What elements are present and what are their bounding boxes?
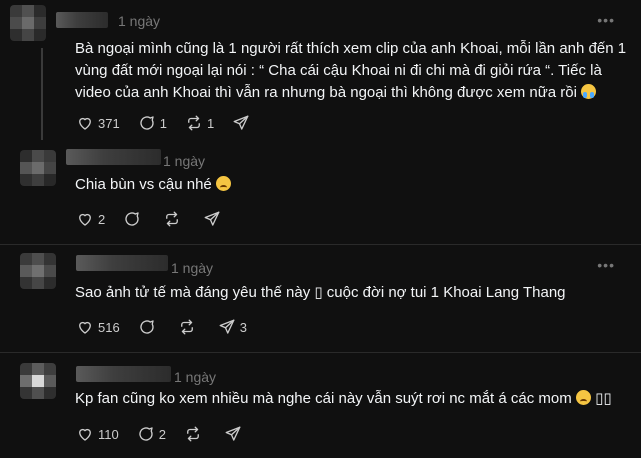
reply-button[interactable] — [138, 318, 160, 336]
repost-button[interactable] — [178, 318, 200, 336]
heart-icon — [79, 213, 91, 226]
post-text-content: Chia bùn vs cậu nhé — [75, 176, 212, 193]
post-time: 1 ngày — [163, 153, 206, 169]
like-count: 110 — [98, 426, 119, 442]
post-1: 1 ngày ••• Bà ngoại mình cũng là 1 người… — [0, 0, 641, 140]
post-time: 1 ngày — [174, 369, 217, 385]
comment-icon — [125, 212, 139, 226]
repost-icon — [187, 426, 199, 442]
heart-icon — [79, 321, 91, 334]
post-text: Sao ảnh tử tế mà đáng yêu thế này ▯ cuộc… — [75, 282, 635, 304]
repost-icon — [180, 319, 193, 335]
post-actions: 516 3 — [76, 316, 265, 338]
post-actions: 371 1 1 — [76, 112, 272, 134]
comment-icon — [139, 427, 153, 441]
post-text-content: Kp fan cũng ko xem nhiều mà nghe cái này… — [75, 390, 572, 407]
send-icon — [225, 426, 241, 441]
author-name[interactable] — [76, 366, 171, 382]
post-text-content: Bà ngoại mình cũng là 1 người rất thích … — [75, 40, 627, 101]
author-name[interactable] — [66, 149, 161, 165]
send-icon — [204, 211, 220, 226]
crying-face-icon — [581, 84, 597, 99]
reply-button[interactable]: 1 — [138, 114, 167, 132]
post-text: Chia bùn vs cậu nhé — [75, 174, 635, 196]
author-name[interactable] — [76, 255, 168, 271]
avatar[interactable] — [20, 150, 56, 186]
thread-line — [41, 48, 43, 140]
post-2: 1 ngày Chia bùn vs cậu nhé 2 — [0, 140, 641, 245]
reply-count: 2 — [158, 426, 166, 442]
repost-icon — [188, 115, 200, 131]
reply-button[interactable]: 2 — [137, 425, 166, 443]
like-count: 516 — [98, 319, 120, 335]
send-icon — [233, 115, 249, 130]
reply-count: 1 — [159, 115, 167, 131]
share-button[interactable] — [203, 210, 225, 228]
avatar[interactable] — [10, 5, 46, 41]
like-button[interactable]: 516 — [76, 318, 120, 336]
repost-count: 1 — [206, 115, 215, 131]
post-3: 1 ngày ••• Sao ảnh tử tế mà đáng yêu thế… — [0, 245, 641, 352]
share-count: 3 — [239, 319, 247, 335]
send-icon — [219, 319, 235, 334]
repost-icon — [166, 211, 179, 227]
heart-icon — [79, 428, 91, 441]
like-button[interactable]: 110 — [76, 425, 119, 443]
post-actions: 2 — [76, 208, 243, 230]
post-text-content: Sao ảnh tử tế mà đáng yêu thế này ▯ cuộc… — [75, 284, 566, 301]
like-count: 371 — [98, 115, 120, 131]
more-options-icon[interactable]: ••• — [597, 12, 615, 28]
like-button[interactable]: 2 — [76, 210, 105, 228]
avatar[interactable] — [20, 363, 56, 399]
post-time: 1 ngày — [171, 260, 214, 276]
post-text: Bà ngoại mình cũng là 1 người rất thích … — [75, 38, 635, 104]
repost-button[interactable] — [163, 210, 185, 228]
post-4: 1 ngày Kp fan cũng ko xem nhiều mà nghe … — [0, 353, 641, 458]
share-button[interactable] — [232, 114, 254, 132]
post-text: Kp fan cũng ko xem nhiều mà nghe cái này… — [75, 388, 635, 410]
share-button[interactable] — [224, 425, 246, 443]
like-button[interactable]: 371 — [76, 114, 120, 132]
repost-button[interactable] — [184, 425, 206, 443]
comment-icon — [140, 320, 154, 334]
sad-face-icon — [215, 176, 231, 191]
emoji-suffix: ▯▯ — [595, 390, 612, 407]
post-time: 1 ngày — [118, 13, 161, 29]
post-actions: 110 2 — [76, 423, 264, 445]
more-options-icon[interactable]: ••• — [597, 257, 615, 273]
like-count: 2 — [98, 211, 106, 227]
author-name[interactable] — [56, 12, 108, 28]
heart-icon — [79, 117, 91, 130]
share-button[interactable]: 3 — [218, 318, 247, 336]
repost-button[interactable]: 1 — [185, 114, 214, 132]
sad-face-icon — [575, 390, 591, 405]
reply-button[interactable] — [123, 210, 145, 228]
comment-icon — [140, 116, 154, 130]
avatar[interactable] — [20, 253, 56, 289]
